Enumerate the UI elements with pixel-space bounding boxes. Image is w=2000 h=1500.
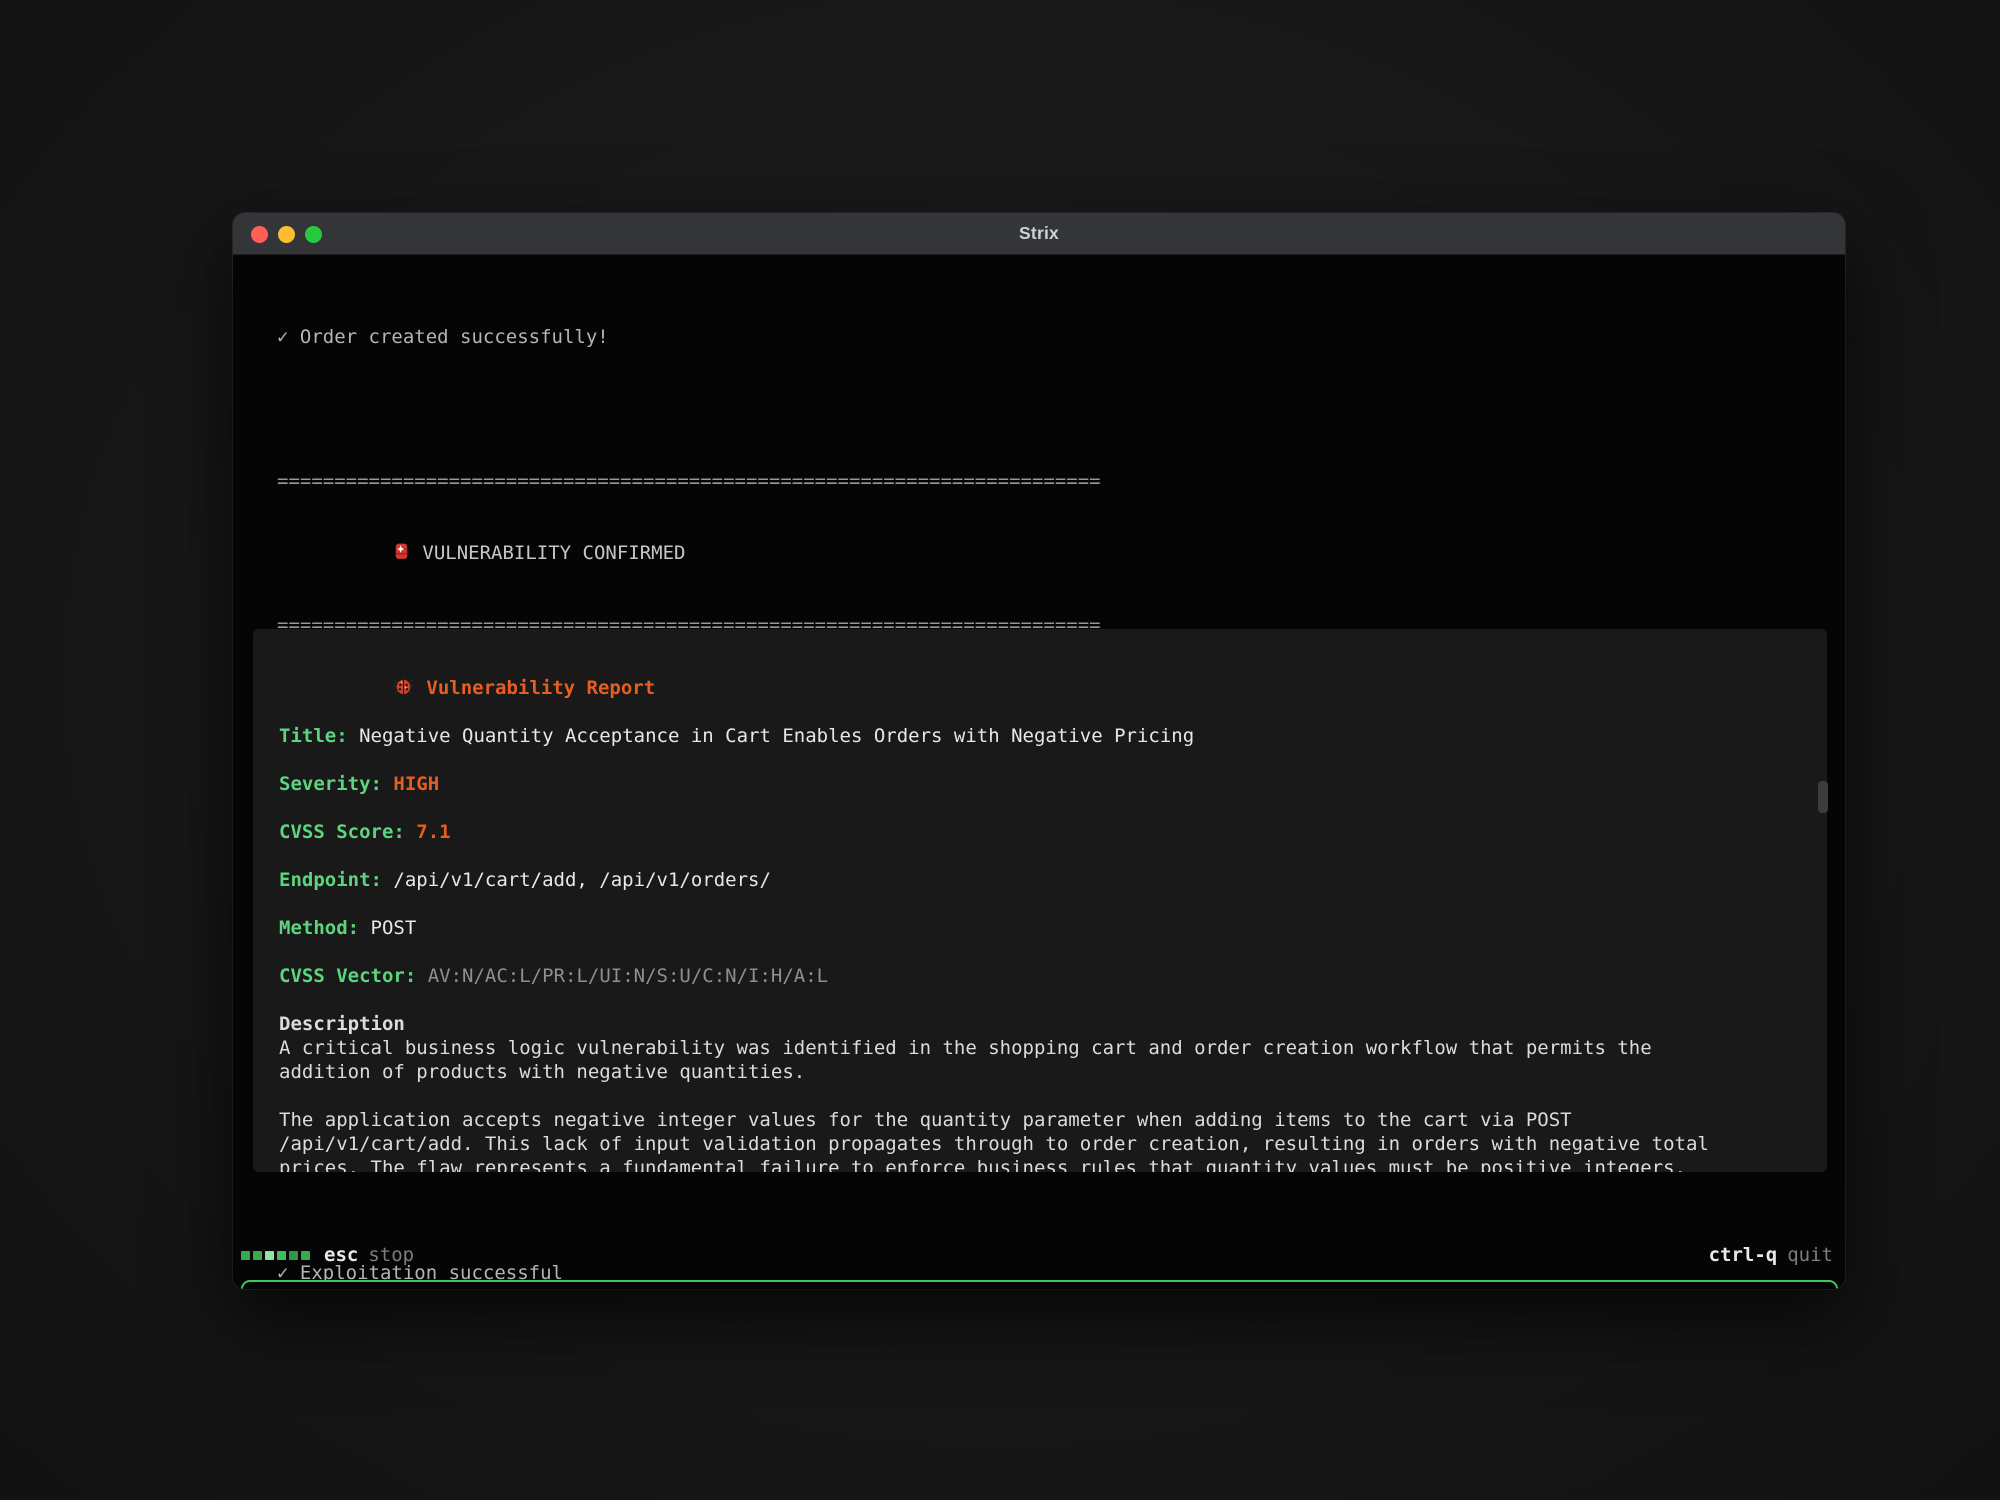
esc-action-label: stop (368, 1243, 414, 1267)
vulnerability-confirmed-text: VULNERABILITY CONFIRMED (422, 541, 685, 565)
report-field-method: Method: POST (279, 916, 1827, 940)
order-success-line: ✓ Order created successfully! (277, 325, 1101, 349)
report-heading: Vulnerability Report (426, 676, 655, 700)
quit-action-label: quit (1787, 1243, 1833, 1267)
severity-badge: HIGH (393, 773, 439, 795)
description-text-line: A critical business logic vulnerability … (279, 1036, 1827, 1060)
scrollbar-thumb[interactable] (1818, 781, 1828, 813)
report-field-cvss-vector: CVSS Vector: AV:N/AC:L/PR:L/UI:N/S:U/C:N… (279, 964, 1827, 988)
description-text-line: /api/v1/cart/add. This lack of input val… (279, 1132, 1827, 1156)
quit-hint: ctrl-q quit (1709, 1243, 1833, 1267)
vulnerability-confirmed-line: VULNERABILITY CONFIRMED (277, 541, 1101, 565)
description-text-line: The application accepts negative integer… (279, 1108, 1827, 1132)
app-window: Strix ✓ Order created successfully! ====… (233, 213, 1845, 1289)
esc-key-hint: esc (324, 1243, 358, 1267)
cvss-score-value: 7.1 (416, 821, 450, 843)
ladybug-icon (279, 651, 414, 726)
description-heading: Description (279, 1012, 1827, 1036)
spinner-icon (241, 1251, 310, 1260)
status-bar: esc stop ctrl-q quit (241, 1242, 1833, 1268)
terminal-content: ✓ Order created successfully! ==========… (233, 256, 1845, 1289)
title-bar[interactable]: Strix (233, 213, 1845, 255)
firecracker-icon (277, 516, 412, 591)
description-text-line: prices. The flaw represents a fundamenta… (279, 1156, 1827, 1172)
window-controls (251, 213, 322, 255)
ctrl-q-key-hint: ctrl-q (1709, 1243, 1778, 1267)
separator-line: ========================================… (277, 469, 1101, 493)
report-heading-row: Vulnerability Report (279, 676, 1827, 700)
command-input[interactable]: > (241, 1280, 1838, 1289)
close-button[interactable] (251, 226, 268, 243)
report-field-severity: Severity: HIGH (279, 772, 1827, 796)
minimize-button[interactable] (278, 226, 295, 243)
zoom-button[interactable] (305, 226, 322, 243)
description-text-line: addition of products with negative quant… (279, 1060, 1827, 1084)
report-field-endpoint: Endpoint: /api/v1/cart/add, /api/v1/orde… (279, 868, 1827, 892)
report-field-title: Title: Negative Quantity Acceptance in C… (279, 724, 1827, 748)
vulnerability-report-panel: Vulnerability Report Title: Negative Qua… (253, 629, 1827, 1172)
report-field-cvss-score: CVSS Score: 7.1 (279, 820, 1827, 844)
window-title: Strix (1019, 223, 1059, 244)
